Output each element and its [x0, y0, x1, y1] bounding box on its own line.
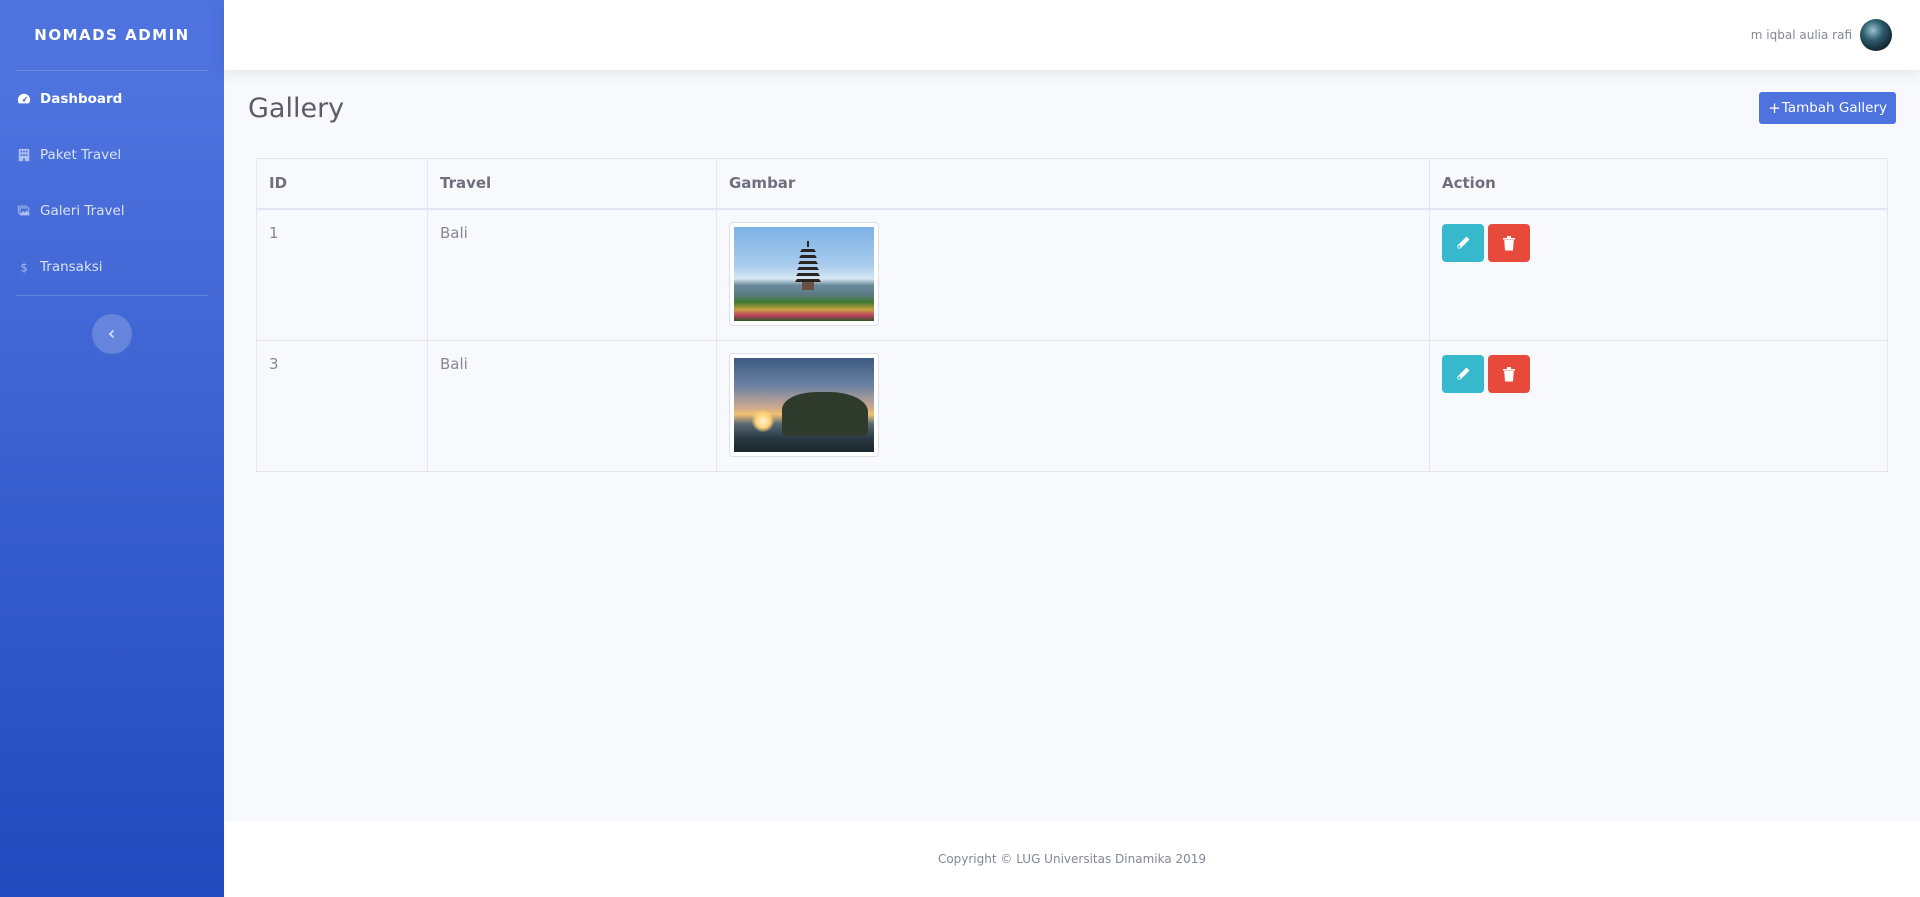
column-header-id: ID	[256, 158, 428, 210]
sidebar-item-label: Dashboard	[40, 91, 123, 107]
add-gallery-label: Tambah Gallery	[1781, 100, 1887, 116]
trash-icon	[1503, 366, 1515, 381]
pencil-icon	[1457, 236, 1470, 248]
gallery-thumbnail	[729, 221, 879, 326]
sidebar-toggle-button[interactable]	[92, 314, 132, 354]
sidebar-item-dashboard[interactable]: Dashboard	[0, 71, 224, 127]
sea-temple-sunset-photo	[734, 357, 874, 452]
content-wrapper: m iqbal aulia rafi Gallery + Tambah Gall…	[224, 0, 1920, 897]
column-header-gambar: Gambar	[716, 158, 1430, 210]
delete-button[interactable]	[1488, 223, 1530, 262]
building-icon	[17, 148, 31, 162]
copyright-text: Copyright © LUG Universitas Dinamika 201…	[937, 852, 1207, 866]
svg-text:$: $	[21, 260, 28, 274]
table-row: 1 Bali	[256, 208, 1888, 341]
gallery-thumbnail	[729, 352, 879, 457]
edit-button[interactable]	[1442, 223, 1484, 262]
row-actions	[1442, 223, 1875, 262]
gallery-table: ID Travel Gambar Action 1 Bali 3 Bali	[256, 158, 1888, 472]
sidebar-item-transaksi[interactable]: $ Transaksi	[0, 239, 224, 295]
cell-id: 1	[256, 208, 428, 341]
footer: Copyright © LUG Universitas Dinamika 201…	[224, 821, 1920, 897]
topbar: m iqbal aulia rafi	[224, 0, 1920, 70]
page-title: Gallery	[248, 92, 345, 124]
cell-image	[716, 208, 1430, 341]
delete-button[interactable]	[1488, 354, 1530, 393]
sun-shape	[752, 409, 774, 432]
sidebar-item-label: Galeri Travel	[40, 203, 125, 219]
pagoda-shape	[795, 240, 821, 290]
user-name[interactable]: m iqbal aulia rafi	[1751, 28, 1852, 42]
page-header: Gallery + Tambah Gallery	[248, 92, 1896, 124]
table-row: 3 Bali	[256, 339, 1888, 472]
column-header-action: Action	[1429, 158, 1888, 210]
cell-actions	[1429, 208, 1888, 341]
tachometer-icon	[17, 92, 31, 106]
main-content: Gallery + Tambah Gallery ID Travel Gamba…	[224, 70, 1920, 821]
trash-icon	[1503, 235, 1515, 250]
pencil-icon	[1457, 367, 1470, 379]
sidebar-item-label: Transaksi	[40, 259, 103, 275]
brand-logo[interactable]: NOMADS ADMIN	[0, 0, 224, 70]
images-icon	[17, 204, 31, 218]
column-header-travel: Travel	[427, 158, 717, 210]
add-gallery-button[interactable]: + Tambah Gallery	[1759, 92, 1896, 124]
edit-button[interactable]	[1442, 354, 1484, 393]
row-actions	[1442, 354, 1875, 393]
temple-rock-shape	[782, 391, 868, 436]
table-header-row: ID Travel Gambar Action	[256, 158, 1888, 210]
cell-travel: Bali	[427, 339, 717, 472]
chevron-left-icon	[108, 329, 115, 339]
sidebar-item-galeri-travel[interactable]: Galeri Travel	[0, 183, 224, 239]
cell-actions	[1429, 339, 1888, 472]
cell-travel: Bali	[427, 208, 717, 341]
cell-image	[716, 339, 1430, 472]
sidebar: NOMADS ADMIN Dashboard Paket Travel Gale…	[0, 0, 224, 897]
cell-id: 3	[256, 339, 428, 472]
avatar[interactable]	[1860, 19, 1892, 51]
plus-icon: +	[1768, 98, 1781, 117]
sidebar-item-paket-travel[interactable]: Paket Travel	[0, 127, 224, 183]
app-root: NOMADS ADMIN Dashboard Paket Travel Gale…	[0, 0, 1920, 897]
pagoda-lake-photo	[734, 226, 874, 321]
sidebar-item-label: Paket Travel	[40, 147, 122, 163]
sidebar-toggle-wrap	[0, 296, 224, 354]
dollar-icon: $	[17, 260, 31, 274]
